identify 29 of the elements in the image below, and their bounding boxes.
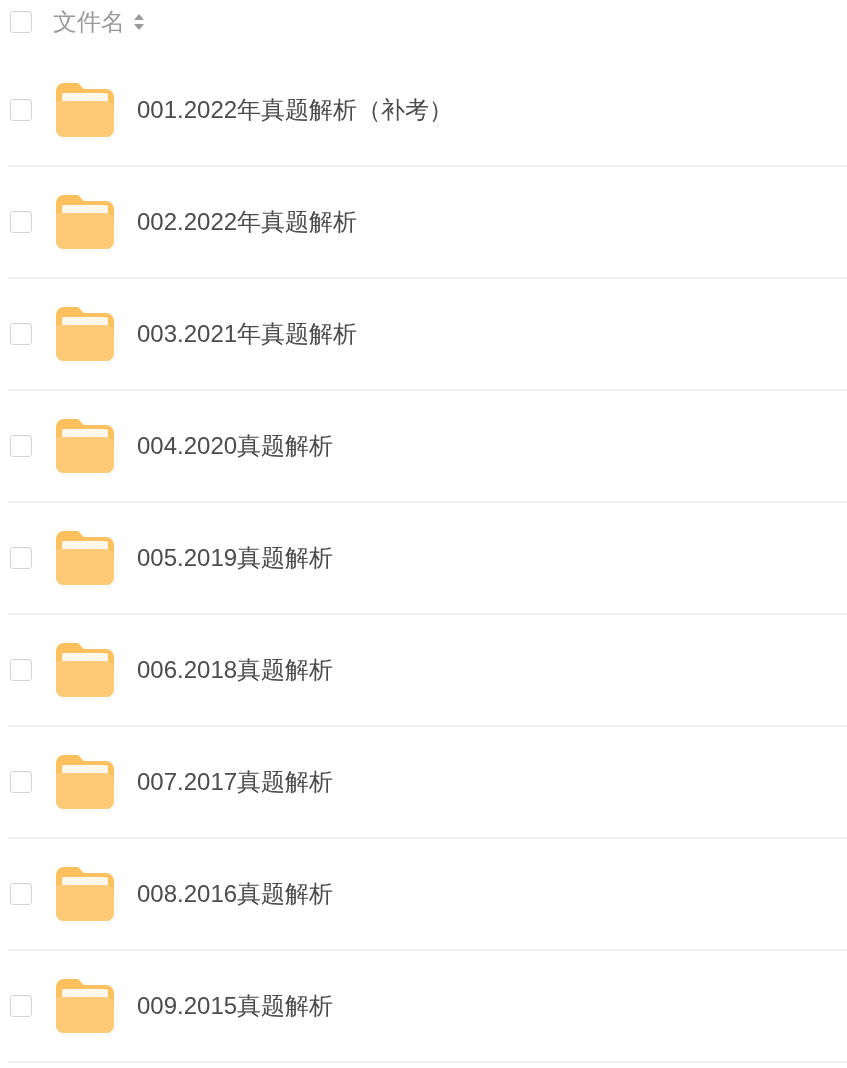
checkbox[interactable]	[10, 995, 32, 1017]
folder-icon	[56, 83, 114, 137]
file-name[interactable]: 002.2022年真题解析	[137, 204, 358, 240]
checkbox[interactable]	[10, 883, 32, 905]
folder-icon	[56, 195, 114, 249]
folder-icon	[56, 979, 114, 1033]
file-name[interactable]: 004.2020真题解析	[137, 428, 334, 464]
checkbox[interactable]	[10, 11, 32, 33]
checkbox[interactable]	[10, 211, 32, 233]
folder-icon	[56, 755, 114, 809]
file-name[interactable]: 008.2016真题解析	[137, 876, 334, 912]
file-name[interactable]: 003.2021年真题解析	[137, 316, 358, 352]
file-name[interactable]: 001.2022年真题解析（补考）	[137, 92, 454, 128]
file-name[interactable]: 005.2019真题解析	[137, 540, 334, 576]
file-name[interactable]: 006.2018真题解析	[137, 652, 334, 688]
checkbox[interactable]	[10, 547, 32, 569]
file-name[interactable]: 009.2015真题解析	[137, 988, 334, 1024]
checkbox[interactable]	[10, 771, 32, 793]
folder-icon	[56, 531, 114, 585]
checkbox[interactable]	[10, 659, 32, 681]
sort-icon[interactable]	[133, 12, 145, 32]
checkbox[interactable]	[10, 99, 32, 121]
folder-icon	[56, 307, 114, 361]
checkbox[interactable]	[10, 323, 32, 345]
folder-icon	[56, 419, 114, 473]
checkbox[interactable]	[10, 435, 32, 457]
file-name[interactable]: 007.2017真题解析	[137, 764, 334, 800]
folder-icon	[56, 643, 114, 697]
folder-icon	[56, 867, 114, 921]
